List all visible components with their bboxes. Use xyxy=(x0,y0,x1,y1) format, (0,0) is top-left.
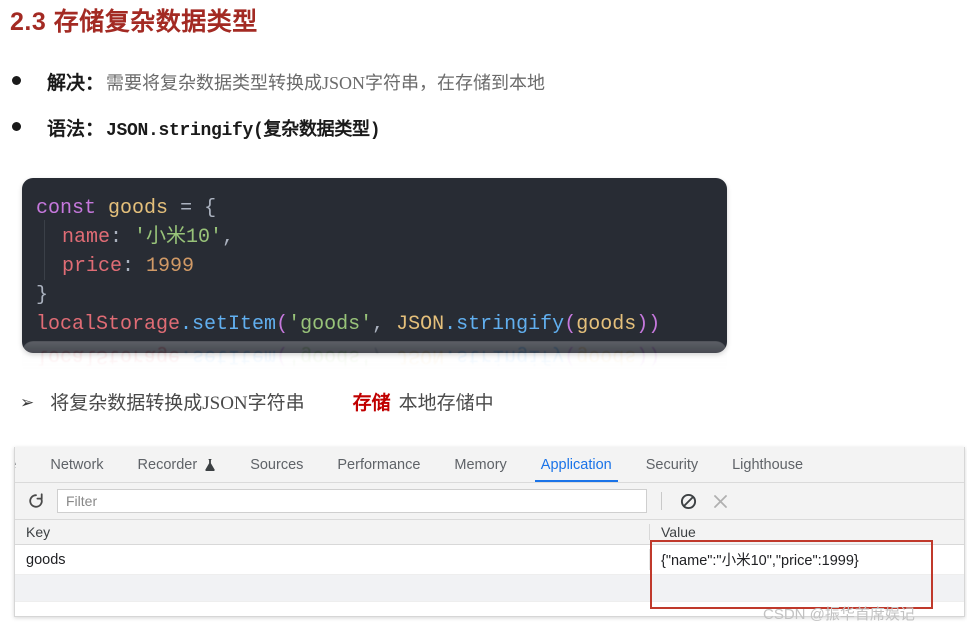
code-token-property: name xyxy=(62,226,111,249)
code-token-brace: } xyxy=(36,284,49,307)
code-token-paren: ( xyxy=(564,313,577,336)
tab-sources[interactable]: Sources xyxy=(233,447,320,482)
code-token-identifier: goods xyxy=(108,197,169,220)
summary-emphasis: 存储 xyxy=(352,393,391,414)
tab-label: Network xyxy=(50,456,104,473)
summary-line: ➢ 将复杂数据转换成JSON字符串 存储 本地存储中 xyxy=(20,388,494,415)
code-line: } xyxy=(22,281,727,310)
summary-tail: 本地存储中 xyxy=(398,393,494,414)
arrow-bullet-icon: ➢ xyxy=(20,393,35,412)
tab-network[interactable]: Network xyxy=(33,447,120,482)
tab-lighthouse[interactable]: Lighthouse xyxy=(715,447,820,482)
code-token-paren: ( xyxy=(276,313,289,336)
code-line: price: 1999 xyxy=(22,252,727,281)
tab-application[interactable]: Application xyxy=(524,447,629,482)
code-snippet: const goods = { name: '小米10', price: 199… xyxy=(22,178,727,353)
table-row-empty[interactable] xyxy=(15,575,964,602)
code-token-operator: = xyxy=(180,197,193,220)
page-title: 2.3 存储复杂数据类型 xyxy=(10,8,258,36)
filter-input[interactable]: Filter xyxy=(57,489,647,513)
code-block: const goods = { name: '小米10', price: 199… xyxy=(22,178,727,353)
table-row[interactable]: goods {"name":"小米10","price":1999} xyxy=(15,545,964,575)
toolbar-divider xyxy=(661,492,662,510)
code-token-colon: : xyxy=(110,226,123,249)
indent-guide xyxy=(44,220,45,280)
tab-label: Application xyxy=(540,456,612,473)
refresh-icon[interactable] xyxy=(23,489,49,513)
code-token-keyword: const xyxy=(36,197,97,220)
bullet-list: 解决： 需要将复杂数据类型转换成JSON字符串，在存储到本地 语法： JSON.… xyxy=(12,68,912,160)
code-token-function: setItem xyxy=(192,313,277,336)
code-token-brace: { xyxy=(204,197,217,220)
bullet-dot-icon xyxy=(12,122,21,131)
bullet-label: 语法： xyxy=(47,119,105,140)
code-token-dot: . xyxy=(444,313,457,336)
code-token-function: stringify xyxy=(456,313,565,336)
code-token-comma: , xyxy=(222,226,235,249)
code-line: localStorage.setItem('goods', JSON.strin… xyxy=(22,310,727,339)
list-item: 解决： 需要将复杂数据类型转换成JSON字符串，在存储到本地 xyxy=(12,68,912,95)
tab-memory[interactable]: Memory xyxy=(437,447,523,482)
table-header-row: Key Value xyxy=(15,520,964,545)
code-token-dot: . xyxy=(180,313,193,336)
code-token-number: 1999 xyxy=(146,255,195,278)
column-header-key[interactable]: Key xyxy=(15,524,649,540)
tab-label: Recorder xyxy=(137,456,198,473)
tab-label: Memory xyxy=(454,456,507,473)
code-token-json: JSON xyxy=(396,313,445,336)
code-token-string: 'goods' xyxy=(288,313,373,336)
block-icon[interactable] xyxy=(676,489,700,513)
watermark: CSDN @振华首席娱记 xyxy=(763,606,915,623)
code-token-string: '小米10' xyxy=(134,226,223,249)
tab-label: Security xyxy=(645,456,699,473)
code-token-comma: , xyxy=(372,313,385,336)
tab-label: Lighthouse xyxy=(732,456,804,473)
code-token-identifier: goods xyxy=(576,313,637,336)
bullet-text: JSON.stringify(复杂数据类型) xyxy=(106,121,381,141)
cell-key: goods xyxy=(26,551,66,568)
devtools-panel: ole Network Recorder Sources Performance… xyxy=(14,447,965,617)
storage-table: Key Value goods {"name":"小米10","price":1… xyxy=(15,520,964,602)
flask-icon xyxy=(204,458,216,472)
code-token-property: price xyxy=(62,255,123,278)
bullet-text: 需要将复杂数据类型转换成JSON字符串，在存储到本地 xyxy=(106,73,546,93)
column-header-value[interactable]: Value xyxy=(649,524,964,540)
code-line: name: '小米10', xyxy=(22,223,727,252)
code-token-colon: : xyxy=(122,255,135,278)
tab-performance[interactable]: Performance xyxy=(320,447,437,482)
tab-recorder[interactable]: Recorder xyxy=(121,447,234,482)
tab-security[interactable]: Security xyxy=(629,447,715,482)
cell-value: {"name":"小米10","price":1999} xyxy=(649,549,964,570)
code-token-paren: )) xyxy=(636,313,661,336)
close-icon[interactable] xyxy=(708,489,732,513)
filter-placeholder: Filter xyxy=(66,493,98,509)
tab-label: ole xyxy=(15,457,16,473)
tab-console[interactable]: ole xyxy=(15,447,33,482)
devtools-tabbar: ole Network Recorder Sources Performance… xyxy=(15,447,964,483)
code-token-object: localStorage xyxy=(36,313,181,336)
code-line: const goods = { xyxy=(22,194,727,223)
summary-text: 将复杂数据转换成JSON字符串 xyxy=(50,393,305,414)
tab-label: Performance xyxy=(337,456,421,473)
bullet-dot-icon xyxy=(12,76,21,85)
devtools-toolbar: Filter xyxy=(15,483,964,520)
bullet-label: 解决： xyxy=(47,73,105,94)
list-item: 语法： JSON.stringify(复杂数据类型) xyxy=(12,114,912,141)
tab-label: Sources xyxy=(250,456,304,473)
